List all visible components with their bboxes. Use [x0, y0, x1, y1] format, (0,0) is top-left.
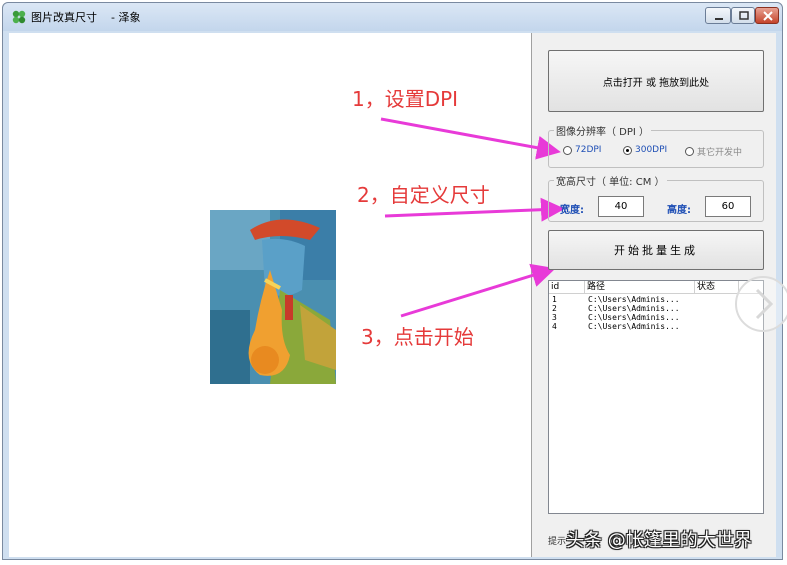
- arrow-step1: [380, 117, 561, 160]
- column-id[interactable]: id: [549, 281, 585, 293]
- list-item[interactable]: 4 C:\Users\Adminis...: [549, 322, 763, 331]
- hint-text: 提示: [548, 537, 567, 547]
- arrow-step3: [400, 263, 556, 318]
- title-bar[interactable]: 图片改真尺寸 - 泽象: [3, 3, 782, 31]
- radio-72dpi-label: 72DPI: [575, 145, 602, 155]
- maximize-icon: [739, 11, 749, 20]
- watermark-text: 头条 @帐篷里的大世界: [566, 530, 752, 551]
- height-input[interactable]: 60: [705, 196, 751, 217]
- start-batch-button[interactable]: 开始批量生成: [548, 230, 764, 270]
- minimize-icon: [715, 18, 723, 20]
- radio-300dpi-label: 300DPI: [635, 145, 668, 155]
- list-item-path: C:\Users\Adminis...: [588, 295, 680, 304]
- column-path[interactable]: 路径: [585, 281, 695, 293]
- clover-icon: [12, 10, 26, 24]
- dpi-group-label: 图像分辨率（ DPI ）: [554, 123, 652, 138]
- list-item-path: C:\Users\Adminis...: [588, 322, 680, 331]
- width-label: 宽度:: [560, 205, 584, 216]
- next-arrow-icon[interactable]: [733, 274, 787, 334]
- maximize-button[interactable]: [731, 7, 755, 24]
- list-item[interactable]: 2 C:\Users\Adminis...: [549, 304, 763, 313]
- list-item-id: 3: [552, 313, 557, 322]
- open-or-drop-button[interactable]: 点击打开 或 拖放到此处: [548, 50, 764, 112]
- list-item[interactable]: 3 C:\Users\Adminis...: [549, 313, 763, 322]
- radio-300dpi[interactable]: 300DPI: [623, 145, 667, 155]
- close-button[interactable]: [755, 7, 779, 24]
- height-label: 高度:: [667, 205, 691, 216]
- width-input[interactable]: 40: [598, 196, 644, 217]
- list-item-id: 4: [552, 322, 557, 331]
- app-window: 图片改真尺寸 - 泽象 1，设置DPI 2，自定义尺寸 3，点击开始 点击打开 …: [2, 2, 783, 560]
- file-list-header: id 路径 状态: [549, 281, 763, 294]
- size-group-label: 宽高尺寸（ 单位: CM ）: [554, 173, 667, 188]
- radio-300dpi-dot: [623, 145, 632, 155]
- close-icon: [763, 11, 773, 21]
- list-item[interactable]: 1 C:\Users\Adminis...: [549, 295, 763, 304]
- radio-other[interactable]: 其它开发中: [685, 145, 742, 158]
- minimize-button[interactable]: [705, 7, 731, 24]
- list-item-path: C:\Users\Adminis...: [588, 304, 680, 313]
- arrow-step2: [384, 197, 565, 222]
- radio-72dpi-dot: [563, 145, 572, 155]
- dpi-group: 图像分辨率（ DPI ） 72DPI 300DPI 其它开发中: [548, 123, 764, 168]
- radio-other-label: 其它开发中: [697, 148, 743, 158]
- list-item-id: 2: [552, 304, 557, 313]
- list-item-id: 1: [552, 295, 557, 304]
- file-list[interactable]: id 路径 状态 1 C:\Users\Adminis... 2 C:\User…: [548, 280, 764, 514]
- list-item-path: C:\Users\Adminis...: [588, 313, 680, 322]
- radio-other-dot: [685, 147, 694, 156]
- window-title: 图片改真尺寸 - 泽象: [31, 11, 141, 24]
- radio-72dpi[interactable]: 72DPI: [563, 145, 601, 155]
- size-group: 宽高尺寸（ 单位: CM ） 宽度: 40 高度: 60: [548, 173, 764, 222]
- client-area: 1，设置DPI 2，自定义尺寸 3，点击开始 点击打开 或 拖放到此处 图像分辨…: [9, 33, 776, 557]
